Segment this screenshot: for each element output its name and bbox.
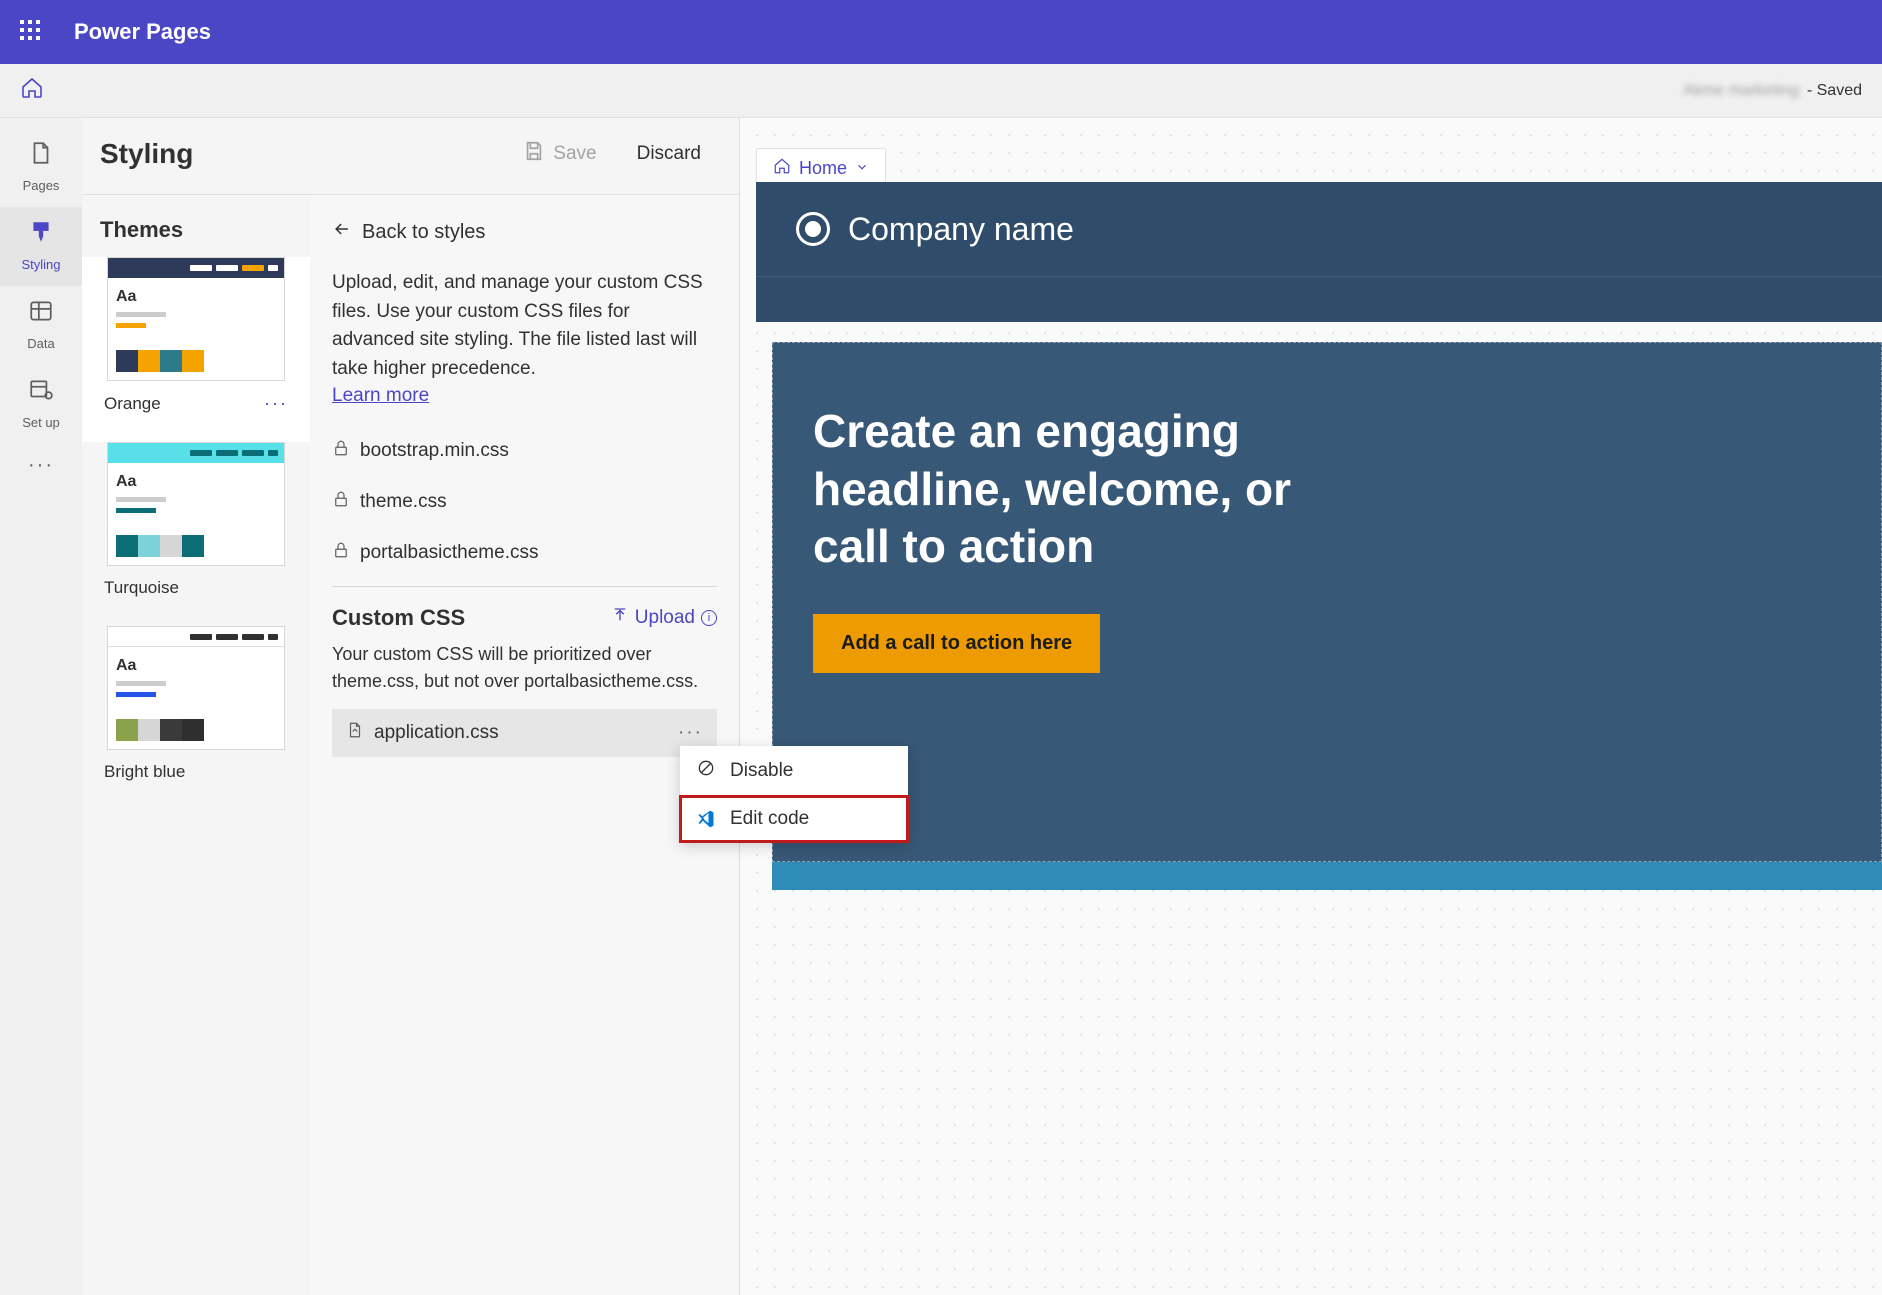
nav-label: Data <box>27 336 54 351</box>
file-icon <box>346 721 364 745</box>
theme-sample-text: Aa <box>116 473 276 491</box>
brand-title: Power Pages <box>74 19 211 45</box>
custom-css-description: Your custom CSS will be prioritized over… <box>332 641 717 695</box>
disable-icon <box>696 758 716 784</box>
theme-label: Bright blue <box>104 762 288 782</box>
styling-header: Styling Save Discard <box>82 118 739 195</box>
lock-icon <box>332 541 350 564</box>
lock-icon <box>332 439 350 462</box>
preview-nav-strip <box>756 276 1882 322</box>
preview-logo-icon <box>796 212 830 246</box>
styling-panel: Styling Save Discard Themes <box>82 118 740 1295</box>
lock-icon <box>332 490 350 513</box>
context-disable[interactable]: Disable <box>680 746 908 796</box>
save-button[interactable]: Save <box>503 132 616 176</box>
preview-footer-strip <box>772 862 1882 890</box>
custom-file-row[interactable]: application.css ··· <box>332 709 717 757</box>
data-icon <box>0 298 82 331</box>
locked-file-row[interactable]: bootstrap.min.css <box>332 425 717 476</box>
nav-label: Pages <box>23 178 60 193</box>
styles-column: Back to styles Upload, edit, and manage … <box>310 195 739 1295</box>
styling-title: Styling <box>100 138 503 170</box>
preview-topbar: Company name <box>756 182 1882 276</box>
page-icon <box>0 140 82 173</box>
subbar: Akme marketing - Saved <box>0 64 1882 118</box>
upload-icon <box>611 606 629 630</box>
nav-styling[interactable]: Styling <box>0 207 82 286</box>
theme-card-brightblue[interactable]: Aa Bright blue <box>82 626 310 810</box>
custom-css-title: Custom CSS <box>332 605 611 631</box>
discard-button[interactable]: Discard <box>617 135 721 173</box>
nav-data[interactable]: Data <box>0 286 82 365</box>
info-icon[interactable]: i <box>701 610 717 626</box>
context-menu: Disable Edit code <box>680 746 908 842</box>
save-icon <box>523 140 545 168</box>
custom-css-header: Custom CSS Upload i <box>332 605 717 631</box>
app-launcher-icon[interactable] <box>20 20 44 44</box>
preview-headline: Create an engaging headline, welcome, or… <box>813 403 1373 576</box>
preview: Company name Create an engaging headline… <box>756 182 1882 1295</box>
nav-more[interactable]: ··· <box>28 454 54 477</box>
context-label: Disable <box>730 760 793 782</box>
breadcrumb-label: Home <box>799 158 847 179</box>
theme-card-orange[interactable]: Aa Orange ··· <box>82 257 310 442</box>
file-name: theme.css <box>360 491 447 513</box>
theme-label: Turquoise <box>104 578 288 598</box>
learn-more-link[interactable]: Learn more <box>332 385 429 407</box>
preview-company-name: Company name <box>848 211 1074 248</box>
theme-card-turquoise[interactable]: Aa Turquoise <box>82 442 310 626</box>
locked-file-row[interactable]: portalbasictheme.css <box>332 527 717 578</box>
locked-file-row[interactable]: theme.css <box>332 476 717 527</box>
upload-label: Upload <box>635 607 695 629</box>
canvas: Home Company name Create an engaging hea… <box>740 118 1882 1295</box>
nav-label: Styling <box>21 257 60 272</box>
upload-link[interactable]: Upload i <box>611 606 717 630</box>
theme-sample-text: Aa <box>116 288 276 306</box>
file-name: portalbasictheme.css <box>360 542 538 564</box>
nav-label: Set up <box>22 415 60 430</box>
back-label: Back to styles <box>362 221 485 244</box>
saved-status: - Saved <box>1807 82 1862 100</box>
preview-hero[interactable]: Create an engaging headline, welcome, or… <box>772 342 1882 862</box>
topbar: Power Pages <box>0 0 1882 64</box>
main: Pages Styling Data Set up ··· Styling Sa… <box>0 118 1882 1295</box>
setup-icon <box>0 377 82 410</box>
chevron-down-icon <box>855 158 869 179</box>
nav-pages[interactable]: Pages <box>0 128 82 207</box>
themes-title: Themes <box>82 195 310 257</box>
more-icon[interactable]: ··· <box>678 722 703 744</box>
back-to-styles[interactable]: Back to styles <box>332 219 717 245</box>
theme-label: Orange <box>104 394 264 414</box>
context-label: Edit code <box>730 808 809 830</box>
vscode-icon <box>696 809 716 829</box>
preview-cta-button[interactable]: Add a call to action here <box>813 614 1100 673</box>
custom-file-name: application.css <box>374 722 499 744</box>
save-label: Save <box>553 143 596 165</box>
arrow-left-icon <box>332 219 352 245</box>
site-name: Akme marketing <box>1683 82 1799 100</box>
brush-icon <box>0 219 82 252</box>
styles-description: Upload, edit, and manage your custom CSS… <box>332 269 717 383</box>
home-outline-icon <box>773 157 791 180</box>
discard-label: Discard <box>637 143 701 165</box>
file-name: bootstrap.min.css <box>360 440 509 462</box>
context-edit-code[interactable]: Edit code <box>680 796 908 842</box>
theme-more-icon[interactable]: ··· <box>264 393 288 414</box>
theme-sample-text: Aa <box>116 657 276 675</box>
left-nav: Pages Styling Data Set up ··· <box>0 118 82 1295</box>
home-icon[interactable] <box>20 76 44 106</box>
nav-setup[interactable]: Set up <box>0 365 82 444</box>
themes-column: Themes Aa <box>82 195 310 1295</box>
